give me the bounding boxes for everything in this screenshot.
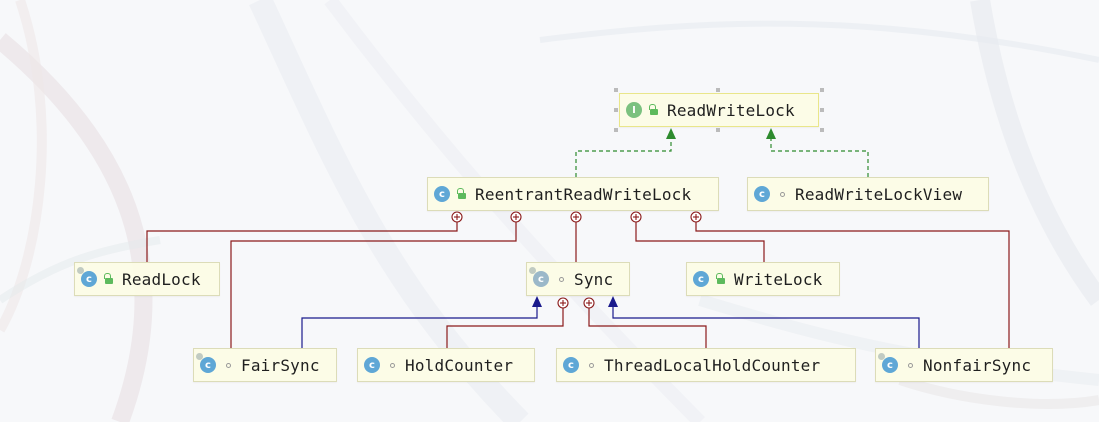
- lock-icon: [103, 273, 115, 285]
- static-class-icon: c: [77, 267, 97, 287]
- node-readwritelock[interactable]: I ReadWriteLock: [619, 93, 819, 127]
- package-dot-icon: [904, 359, 916, 371]
- package-dot-icon: [555, 273, 567, 285]
- lock-icon: [715, 273, 727, 285]
- static-class-icon: c: [196, 353, 216, 373]
- node-label: NonfairSync: [923, 355, 1032, 375]
- package-dot-icon: [222, 359, 234, 371]
- selection-handle[interactable]: [716, 128, 720, 132]
- package-dot-icon: [386, 359, 398, 371]
- selection-handle[interactable]: [614, 128, 618, 132]
- class-icon: c: [364, 357, 380, 373]
- class-icon: c: [434, 186, 450, 202]
- node-reentrantreadwritelock[interactable]: c ReentrantReadWriteLock: [427, 177, 719, 211]
- node-fairsync[interactable]: c FairSync: [193, 348, 337, 382]
- package-dot-icon: [776, 188, 788, 200]
- node-readlock[interactable]: c ReadLock: [74, 262, 220, 296]
- node-label: HoldCounter: [405, 355, 514, 375]
- node-label: ReadWriteLockView: [795, 184, 963, 204]
- selection-handle[interactable]: [716, 88, 720, 92]
- selection-handle[interactable]: [820, 108, 824, 112]
- selection-handle[interactable]: [614, 88, 618, 92]
- class-icon: c: [563, 357, 579, 373]
- selection-handle[interactable]: [820, 88, 824, 92]
- node-label: ReadWriteLock: [667, 100, 795, 120]
- lock-icon: [456, 188, 468, 200]
- interface-icon: I: [626, 102, 642, 118]
- selection-handle[interactable]: [614, 108, 618, 112]
- class-icon: c: [754, 186, 770, 202]
- package-dot-icon: [585, 359, 597, 371]
- node-label: WriteLock: [734, 269, 823, 289]
- node-sync[interactable]: c Sync: [526, 262, 630, 296]
- node-threadlocalholdcounter[interactable]: c ThreadLocalHoldCounter: [556, 348, 856, 382]
- node-label: ReentrantReadWriteLock: [475, 184, 692, 204]
- node-holdcounter[interactable]: c HoldCounter: [357, 348, 535, 382]
- class-icon: c: [693, 271, 709, 287]
- node-nonfairsync[interactable]: c NonfairSync: [875, 348, 1053, 382]
- static-class-icon: c: [878, 353, 898, 373]
- abstract-class-icon: c: [529, 267, 549, 287]
- selection-handle[interactable]: [820, 128, 824, 132]
- node-label: FairSync: [241, 355, 320, 375]
- node-readwritelockview[interactable]: c ReadWriteLockView: [747, 177, 989, 211]
- node-label: ReadLock: [122, 269, 201, 289]
- node-label: ThreadLocalHoldCounter: [604, 355, 821, 375]
- lock-icon: [648, 104, 660, 116]
- node-label: Sync: [574, 269, 614, 289]
- node-writelock[interactable]: c WriteLock: [686, 262, 840, 296]
